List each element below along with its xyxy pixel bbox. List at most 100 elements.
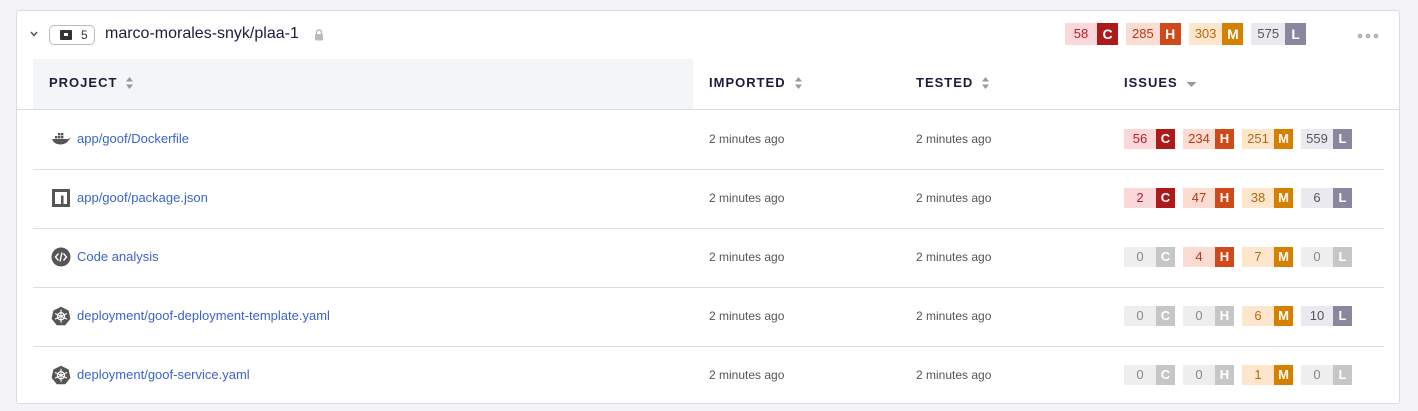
issues-column-label: ISSUES bbox=[1124, 75, 1178, 90]
sort-icon bbox=[982, 76, 990, 89]
medium-letter: M bbox=[1274, 188, 1293, 208]
high-badge: 47 H bbox=[1183, 188, 1234, 208]
project-row[interactable]: deployment/goof-service.yaml 2 minutes a… bbox=[33, 346, 1384, 405]
medium-badge: 6M bbox=[1242, 306, 1293, 326]
medium-letter: M bbox=[1274, 129, 1293, 149]
critical-badge: 56 C bbox=[1124, 129, 1175, 149]
org-target-name[interactable]: marco-morales-snyk/plaa-1 bbox=[105, 25, 299, 43]
low-count: 0 bbox=[1301, 365, 1333, 385]
project-count: 5 bbox=[81, 28, 88, 42]
medium-count: 251 bbox=[1242, 129, 1274, 149]
project-name-link[interactable]: Code analysis bbox=[77, 249, 159, 264]
project-name-link[interactable]: app/goof/package.json bbox=[77, 190, 208, 205]
low-badge: 10 L bbox=[1301, 306, 1352, 326]
high-letter: H bbox=[1159, 23, 1181, 45]
issues-column-header[interactable]: ISSUES bbox=[1124, 75, 1197, 90]
issue-badges: 0C 4H 7M 0L bbox=[1124, 247, 1360, 267]
critical-badge: 0C bbox=[1124, 306, 1175, 326]
tested-time: 2 minutes ago bbox=[916, 191, 992, 205]
low-letter: L bbox=[1333, 129, 1352, 149]
project-name-link[interactable]: deployment/goof-deployment-template.yaml bbox=[77, 308, 330, 323]
medium-count: 38 bbox=[1242, 188, 1274, 208]
critical-letter: C bbox=[1097, 23, 1118, 45]
high-badge: 234 H bbox=[1183, 129, 1234, 149]
medium-count: 7 bbox=[1242, 247, 1274, 267]
medium-letter: M bbox=[1274, 365, 1293, 385]
docker-icon bbox=[52, 133, 71, 145]
tested-time: 2 minutes ago bbox=[916, 250, 992, 264]
high-letter: H bbox=[1215, 247, 1234, 267]
sort-desc-icon bbox=[1186, 81, 1197, 87]
project-column-header[interactable]: PROJECT bbox=[49, 75, 134, 90]
high-total-count: 285 bbox=[1126, 23, 1160, 45]
high-count: 234 bbox=[1183, 129, 1215, 149]
low-letter: L bbox=[1333, 247, 1352, 267]
medium-count: 1 bbox=[1242, 365, 1274, 385]
high-badge: 0H bbox=[1183, 365, 1234, 385]
high-count: 0 bbox=[1183, 365, 1215, 385]
high-count: 4 bbox=[1183, 247, 1215, 267]
tested-time: 2 minutes ago bbox=[916, 309, 992, 323]
low-count: 0 bbox=[1301, 247, 1333, 267]
tested-column-label: TESTED bbox=[916, 75, 974, 90]
medium-badge: 1M bbox=[1242, 365, 1293, 385]
project-name-link[interactable]: app/goof/Dockerfile bbox=[77, 131, 189, 146]
high-count: 47 bbox=[1183, 188, 1215, 208]
lock-icon bbox=[315, 29, 323, 41]
low-letter: L bbox=[1333, 188, 1352, 208]
low-count: 559 bbox=[1301, 129, 1333, 149]
high-letter: H bbox=[1215, 129, 1234, 149]
table-header: PROJECT IMPORTED TESTED ISSUES bbox=[17, 59, 1399, 110]
medium-total-badge: 303 M bbox=[1188, 23, 1244, 45]
sort-icon bbox=[794, 76, 802, 89]
kubernetes-icon bbox=[51, 365, 71, 385]
critical-letter: C bbox=[1156, 129, 1175, 149]
project-row[interactable]: app/goof/Dockerfile 2 minutes ago 2 minu… bbox=[33, 110, 1384, 170]
critical-count: 0 bbox=[1124, 306, 1156, 326]
medium-letter: M bbox=[1222, 23, 1244, 45]
medium-badge: 38 M bbox=[1242, 188, 1293, 208]
critical-badge: 2C bbox=[1124, 188, 1175, 208]
critical-letter: C bbox=[1156, 188, 1175, 208]
high-total-badge: 285 H bbox=[1126, 23, 1181, 45]
medium-letter: M bbox=[1274, 306, 1293, 326]
npm-icon bbox=[52, 189, 70, 207]
tested-time: 2 minutes ago bbox=[916, 132, 992, 146]
project-name-link[interactable]: deployment/goof-service.yaml bbox=[77, 367, 250, 382]
medium-count: 6 bbox=[1242, 306, 1274, 326]
critical-count: 56 bbox=[1124, 129, 1156, 149]
imported-column-header[interactable]: IMPORTED bbox=[709, 75, 803, 90]
critical-letter: C bbox=[1156, 306, 1175, 326]
project-row[interactable]: Code analysis 2 minutes ago 2 minutes ag… bbox=[33, 228, 1384, 288]
issue-badges: 0C 0H 1M 0L bbox=[1124, 365, 1360, 385]
project-group-card: 5 marco-morales-snyk/plaa-1 58 C 285 H 303… bbox=[16, 10, 1400, 404]
group-header: 5 marco-morales-snyk/plaa-1 58 C 285 H 303… bbox=[17, 11, 1399, 59]
project-row[interactable]: app/goof/package.json 2 minutes ago 2 mi… bbox=[33, 169, 1384, 229]
more-options-icon[interactable] bbox=[1357, 33, 1379, 39]
tested-column-header[interactable]: TESTED bbox=[916, 75, 990, 90]
imported-time: 2 minutes ago bbox=[709, 132, 785, 146]
low-letter: L bbox=[1285, 23, 1307, 45]
critical-letter: C bbox=[1156, 247, 1175, 267]
high-badge: 0H bbox=[1183, 306, 1234, 326]
low-badge: 6L bbox=[1301, 188, 1352, 208]
issue-badges: 2C 47 H 38 M 6L bbox=[1124, 188, 1360, 208]
medium-total-count: 303 bbox=[1188, 23, 1223, 45]
total-issues-badges: 58 C 285 H 303 M 575 L bbox=[1065, 23, 1314, 45]
high-badge: 4H bbox=[1183, 247, 1234, 267]
chevron-down-icon[interactable] bbox=[29, 29, 39, 39]
low-letter: L bbox=[1333, 306, 1352, 326]
critical-badge: 0C bbox=[1124, 247, 1175, 267]
low-count: 6 bbox=[1301, 188, 1333, 208]
medium-letter: M bbox=[1274, 247, 1293, 267]
high-letter: H bbox=[1215, 188, 1234, 208]
project-row[interactable]: deployment/goof-deployment-template.yaml… bbox=[33, 287, 1384, 347]
low-badge: 0L bbox=[1301, 247, 1352, 267]
issue-badges: 0C 0H 6M 10 L bbox=[1124, 306, 1360, 326]
critical-badge: 0C bbox=[1124, 365, 1175, 385]
imported-time: 2 minutes ago bbox=[709, 309, 785, 323]
high-letter: H bbox=[1215, 306, 1234, 326]
imported-time: 2 minutes ago bbox=[709, 250, 785, 264]
critical-count: 2 bbox=[1124, 188, 1156, 208]
imported-time: 2 minutes ago bbox=[709, 191, 785, 205]
